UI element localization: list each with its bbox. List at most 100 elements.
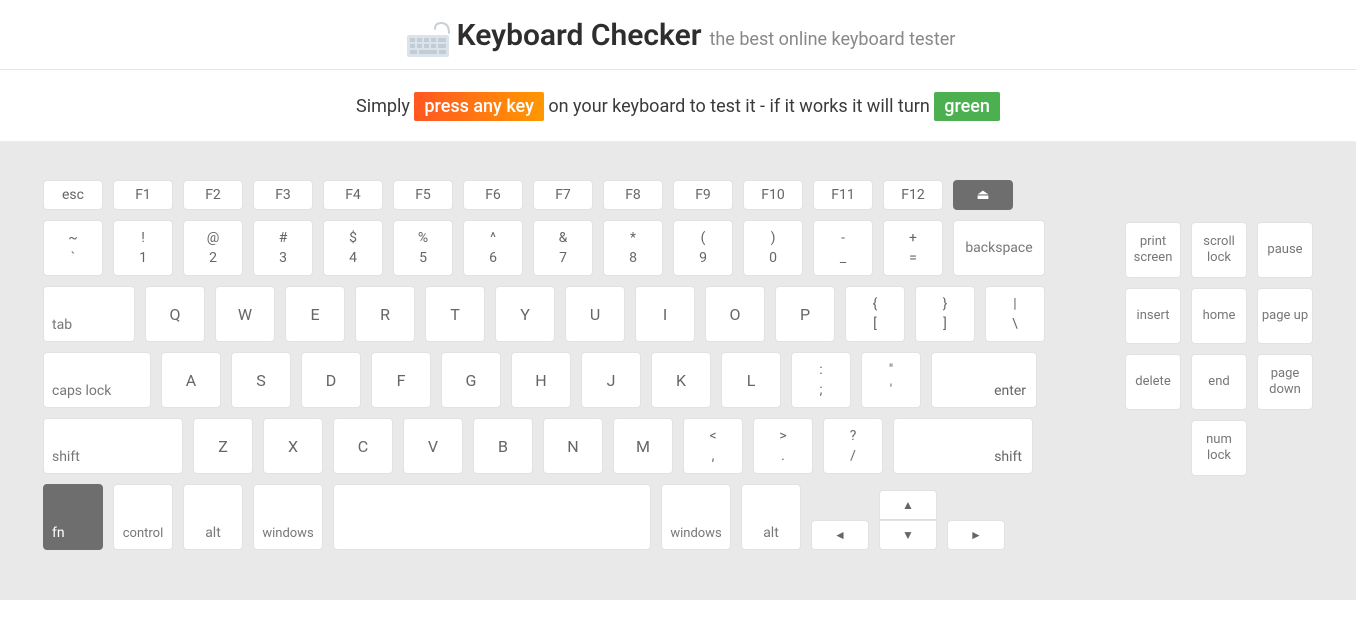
key-right-shift[interactable]: shift [893, 418, 1033, 474]
instructions-mid: on your keyboard to test it - if it work… [548, 96, 934, 117]
key-backspace[interactable]: backspace [953, 220, 1045, 276]
key-fn[interactable]: fn [43, 484, 103, 550]
key-e[interactable]: E [285, 286, 345, 342]
key-space[interactable] [333, 484, 651, 550]
key-3[interactable]: #3 [253, 220, 313, 276]
instructions: Simply press any key on your keyboard to… [0, 70, 1356, 142]
key-left-windows[interactable]: windows [253, 484, 323, 550]
key-f9[interactable]: F9 [673, 180, 733, 210]
key-0[interactable]: )0 [743, 220, 803, 276]
press-any-key-badge: press any key [414, 92, 544, 121]
green-badge: green [934, 92, 1000, 121]
key-7[interactable]: &7 [533, 220, 593, 276]
key-right-windows[interactable]: windows [661, 484, 731, 550]
key-b[interactable]: B [473, 418, 533, 474]
key-d[interactable]: D [301, 352, 361, 408]
key-f11[interactable]: F11 [813, 180, 873, 210]
key-sym-top: ~ [68, 231, 78, 245]
key-minus[interactable]: -_ [813, 220, 873, 276]
key-f[interactable]: F [371, 352, 431, 408]
key-f4[interactable]: F4 [323, 180, 383, 210]
key-right-bracket[interactable]: }] [915, 286, 975, 342]
key-1[interactable]: !1 [113, 220, 173, 276]
key-insert[interactable]: insert [1125, 288, 1181, 344]
key-y[interactable]: Y [495, 286, 555, 342]
key-f12[interactable]: F12 [883, 180, 943, 210]
key-enter[interactable]: enter [931, 352, 1037, 408]
instructions-pre: Simply [356, 96, 414, 117]
key-period[interactable]: >. [753, 418, 813, 474]
main-keyboard: esc F1 F2 F3 F4 F5 F6 F7 F8 F9 F10 F11 F… [43, 180, 1045, 550]
key-left-shift[interactable]: shift [43, 418, 183, 474]
key-quote[interactable]: "' [861, 352, 921, 408]
keyboard-icon [401, 21, 445, 51]
key-f1[interactable]: F1 [113, 180, 173, 210]
key-k[interactable]: K [651, 352, 711, 408]
key-home[interactable]: home [1191, 288, 1247, 344]
key-5[interactable]: %5 [393, 220, 453, 276]
key-8[interactable]: *8 [603, 220, 663, 276]
key-x[interactable]: X [263, 418, 323, 474]
key-w[interactable]: W [215, 286, 275, 342]
key-f2[interactable]: F2 [183, 180, 243, 210]
key-print-screen[interactable]: print screen [1125, 222, 1181, 278]
key-backtick[interactable]: ~ ` [43, 220, 103, 276]
key-p[interactable]: P [775, 286, 835, 342]
key-l[interactable]: L [721, 352, 781, 408]
key-semicolon[interactable]: :; [791, 352, 851, 408]
key-6[interactable]: ^6 [463, 220, 523, 276]
key-a[interactable]: A [161, 352, 221, 408]
key-eject[interactable]: ⏏ [953, 180, 1013, 210]
key-r[interactable]: R [355, 286, 415, 342]
key-comma[interactable]: <, [683, 418, 743, 474]
key-u[interactable]: U [565, 286, 625, 342]
header: Keyboard Checker the best online keyboar… [0, 0, 1356, 70]
key-f10[interactable]: F10 [743, 180, 803, 210]
key-n[interactable]: N [543, 418, 603, 474]
key-delete[interactable]: delete [1125, 354, 1181, 410]
keyboard-stage: esc F1 F2 F3 F4 F5 F6 F7 F8 F9 F10 F11 F… [0, 142, 1356, 600]
key-equals[interactable]: += [883, 220, 943, 276]
key-left-bracket[interactable]: {[ [845, 286, 905, 342]
key-f7[interactable]: F7 [533, 180, 593, 210]
key-j[interactable]: J [581, 352, 641, 408]
key-page-up[interactable]: page up [1257, 288, 1313, 344]
key-arrow-down[interactable]: ▼ [879, 520, 937, 550]
key-backslash[interactable]: |\ [985, 286, 1045, 342]
key-end[interactable]: end [1191, 354, 1247, 410]
key-tab[interactable]: tab [43, 286, 135, 342]
key-slash[interactable]: ?/ [823, 418, 883, 474]
key-v[interactable]: V [403, 418, 463, 474]
key-arrow-right[interactable]: ► [947, 520, 1005, 550]
key-g[interactable]: G [441, 352, 501, 408]
key-arrow-left[interactable]: ◄ [811, 520, 869, 550]
page-title: Keyboard Checker [457, 18, 702, 53]
key-i[interactable]: I [635, 286, 695, 342]
key-z[interactable]: Z [193, 418, 253, 474]
key-m[interactable]: M [613, 418, 673, 474]
key-caps-lock[interactable]: caps lock [43, 352, 151, 408]
key-f8[interactable]: F8 [603, 180, 663, 210]
key-num-lock[interactable]: num lock [1191, 420, 1247, 476]
key-f3[interactable]: F3 [253, 180, 313, 210]
key-scroll-lock[interactable]: scroll lock [1191, 222, 1247, 278]
page-subtitle: the best online keyboard tester [710, 29, 956, 50]
key-left-control[interactable]: control [113, 484, 173, 550]
key-right-alt[interactable]: alt [741, 484, 801, 550]
key-h[interactable]: H [511, 352, 571, 408]
key-s[interactable]: S [231, 352, 291, 408]
key-4[interactable]: $4 [323, 220, 383, 276]
key-page-down[interactable]: page down [1257, 354, 1313, 410]
key-left-alt[interactable]: alt [183, 484, 243, 550]
key-9[interactable]: (9 [673, 220, 733, 276]
key-pause[interactable]: pause [1257, 222, 1313, 278]
key-q[interactable]: Q [145, 286, 205, 342]
key-2[interactable]: @2 [183, 220, 243, 276]
key-t[interactable]: T [425, 286, 485, 342]
key-o[interactable]: O [705, 286, 765, 342]
key-f5[interactable]: F5 [393, 180, 453, 210]
key-arrow-up[interactable]: ▲ [879, 490, 937, 520]
key-c[interactable]: C [333, 418, 393, 474]
key-f6[interactable]: F6 [463, 180, 523, 210]
key-esc[interactable]: esc [43, 180, 103, 210]
